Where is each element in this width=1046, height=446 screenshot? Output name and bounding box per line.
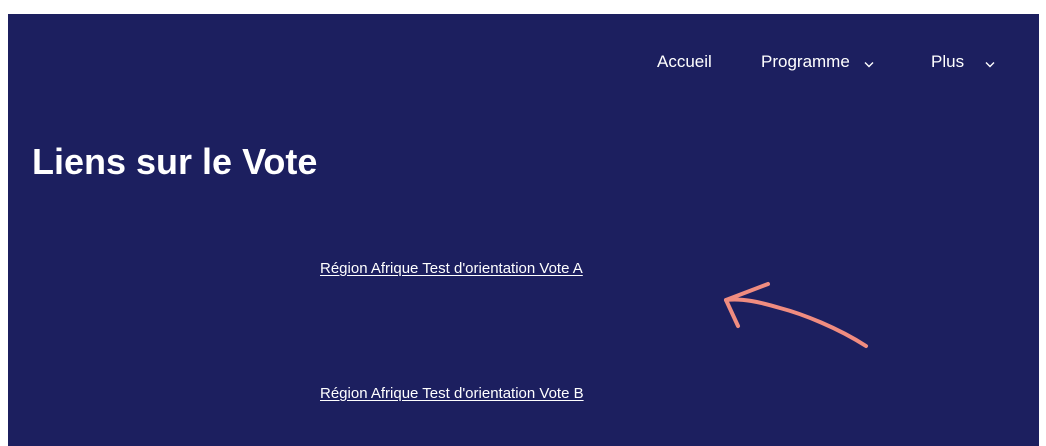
nav-item-plus[interactable]: Plus xyxy=(931,47,995,78)
page-panel: Accueil Programme Plus Liens sur le Vote… xyxy=(8,14,1039,446)
nav-item-label: Plus xyxy=(931,52,965,71)
chevron-down-icon xyxy=(864,48,874,78)
nav-item-accueil[interactable]: Accueil xyxy=(657,47,712,77)
page-title: Liens sur le Vote xyxy=(32,141,318,182)
nav-item-label: Programme xyxy=(761,52,850,71)
chevron-down-icon xyxy=(985,48,995,78)
nav-item-label: Accueil xyxy=(657,52,712,71)
vote-link-b[interactable]: Région Afrique Test d'orientation Vote B xyxy=(320,384,584,404)
nav-item-programme[interactable]: Programme xyxy=(761,47,874,78)
top-navigation: Accueil Programme Plus xyxy=(8,47,1039,77)
arrow-annotation-icon xyxy=(724,282,868,348)
vote-link-a[interactable]: Région Afrique Test d'orientation Vote A xyxy=(320,259,583,279)
